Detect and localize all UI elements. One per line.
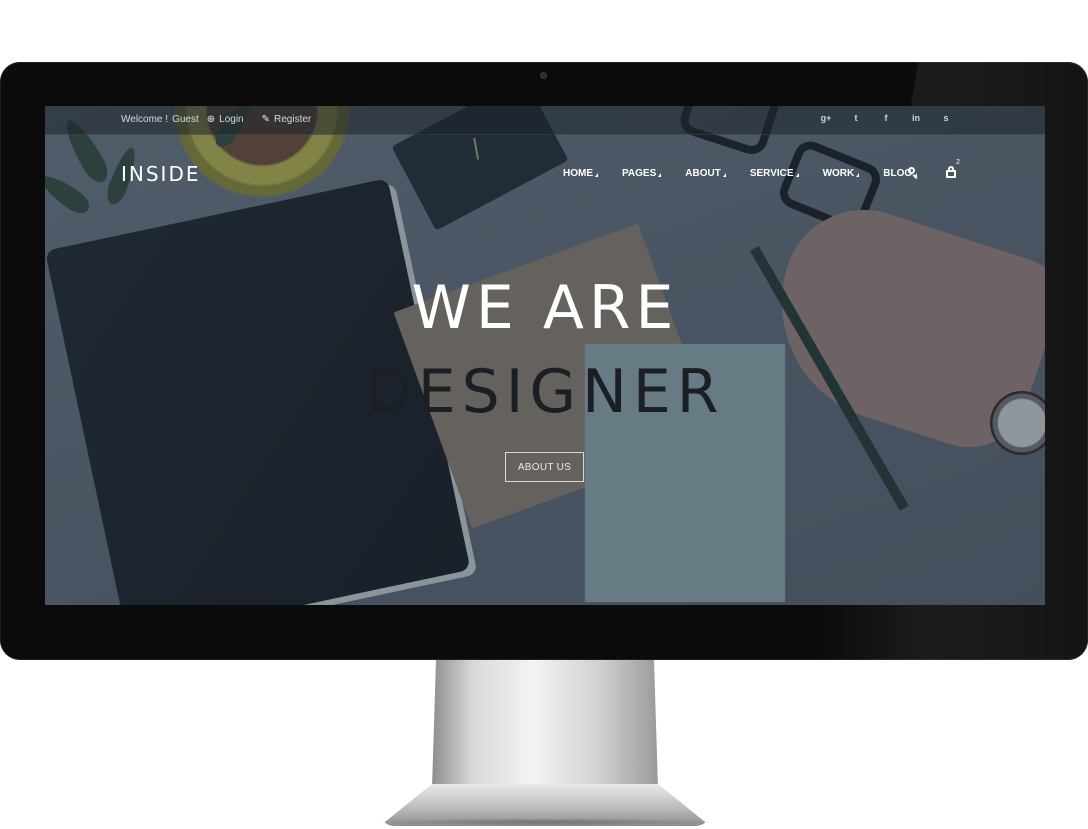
nav-label: SERVICE: [749, 168, 794, 179]
monitor-stand: [432, 660, 658, 788]
nav-label: ABOUT: [685, 168, 721, 179]
caret-icon: [795, 173, 799, 177]
cart-bag: [946, 170, 956, 178]
twitter-icon[interactable]: t: [841, 113, 871, 123]
cart-count-badge: 2: [956, 159, 960, 166]
welcome-text: Welcome !: [121, 114, 169, 125]
cart-icon[interactable]: [944, 165, 960, 181]
social-links: g+ t f in s: [811, 113, 961, 123]
hero-title-line-2: DESIGNER: [365, 357, 725, 427]
login-link[interactable]: ⊕ Login: [207, 114, 244, 125]
caret-icon: [595, 173, 598, 177]
nav-item-work[interactable]: WORK: [823, 168, 860, 179]
caret-icon: [658, 173, 662, 177]
about-us-button[interactable]: ABOUT US: [505, 452, 584, 482]
login-label: Login: [219, 114, 244, 125]
stand-shadow: [372, 818, 718, 826]
google-plus-icon[interactable]: g+: [811, 113, 841, 123]
nav-label: PAGES: [622, 168, 657, 179]
top-bar: Welcome ! Guest ⊕ Login ✎ Register g+ t …: [45, 106, 1045, 135]
caret-icon: [722, 173, 726, 177]
register-link[interactable]: ✎ Register: [262, 114, 312, 125]
linkedin-icon[interactable]: in: [901, 113, 931, 123]
site-logo[interactable]: INSIDE: [121, 162, 201, 186]
webcam-dot: [540, 72, 547, 79]
search-glass: [908, 167, 915, 174]
search-icon[interactable]: [906, 165, 920, 179]
search-handle: [912, 174, 918, 179]
register-label: Register: [274, 114, 312, 125]
guest-text: Guest: [172, 114, 199, 125]
main-nav: HOME PAGES ABOUT SERVICE WORK BLOG: [563, 168, 941, 179]
nav-item-pages[interactable]: PAGES: [622, 168, 662, 179]
hero-title-line-1: WE ARE: [411, 273, 679, 343]
account-links: Welcome ! Guest ⊕ Login ✎ Register: [121, 114, 311, 125]
nav-item-service[interactable]: SERVICE: [750, 168, 799, 179]
nav-item-home[interactable]: HOME: [563, 168, 598, 179]
skype-icon[interactable]: s: [931, 113, 961, 123]
nav-item-about[interactable]: ABOUT: [685, 168, 726, 179]
nav-label: HOME: [563, 168, 593, 179]
login-icon: ⊕: [206, 114, 216, 125]
caret-icon: [856, 173, 860, 177]
pencil-icon: ✎: [261, 114, 270, 125]
facebook-icon[interactable]: f: [871, 113, 901, 123]
website-screen: Welcome ! Guest ⊕ Login ✎ Register g+ t …: [45, 106, 1045, 605]
nav-label: WORK: [822, 168, 855, 179]
